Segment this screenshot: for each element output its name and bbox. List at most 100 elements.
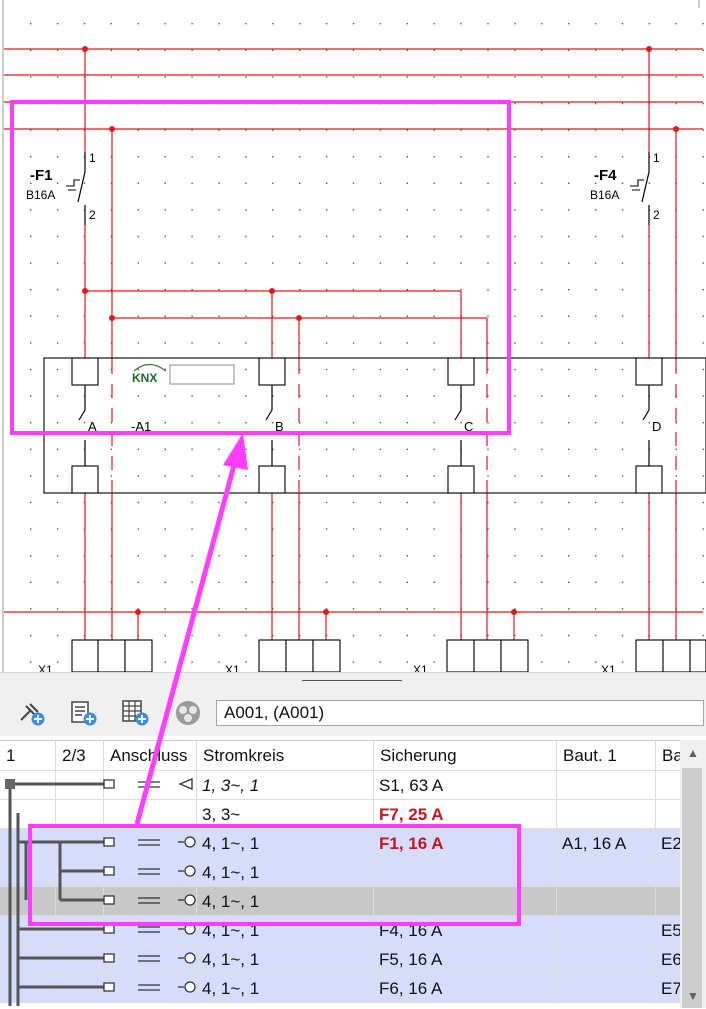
grid-dot	[245, 262, 247, 264]
grid-dot	[541, 555, 543, 557]
column-header-sicherung[interactable]: Sicherung	[374, 741, 557, 771]
column-header-anschluss[interactable]: Anschluss	[104, 741, 197, 771]
cell-stromkreis[interactable]: 1, 3~, 1	[197, 771, 374, 800]
grid-dot	[325, 262, 328, 264]
scroll-thumb[interactable]	[682, 768, 702, 1008]
grid-dot	[433, 661, 435, 663]
grid-dot	[299, 289, 301, 291]
grid-dot	[164, 209, 166, 211]
grid-dot	[702, 448, 704, 450]
cell-sicherung[interactable]: F5, 16 A	[374, 945, 557, 974]
grid-dot	[245, 156, 247, 158]
cell-baut1[interactable]	[557, 800, 656, 829]
grid-dot	[568, 448, 570, 450]
cell-stromkreis[interactable]: 4, 1~, 1	[197, 945, 374, 974]
cell-baut1[interactable]	[557, 887, 656, 916]
cell-baut1[interactable]	[557, 916, 656, 945]
grid-dot	[621, 395, 624, 397]
column-header-1[interactable]: 1	[0, 741, 56, 771]
grid-dot	[379, 235, 382, 238]
scroll-down-icon[interactable]: ▼	[680, 985, 706, 1008]
load-icon	[184, 952, 196, 964]
grid-dot	[245, 555, 247, 557]
add-connection-icon[interactable]	[16, 698, 48, 728]
panel-splitter[interactable]	[0, 672, 706, 691]
grid-dot	[406, 235, 408, 238]
add-table-icon[interactable]	[120, 698, 152, 728]
cable-segment-icon	[138, 984, 160, 991]
grid-dot	[541, 661, 543, 663]
grid-dot	[379, 422, 382, 424]
cell-stromkreis[interactable]: 4, 1~, 1	[197, 887, 374, 916]
grid-dot	[568, 555, 570, 557]
grid-dot	[621, 129, 624, 131]
grid-dot	[406, 528, 408, 530]
knx-logo: KNX	[132, 371, 157, 385]
cell-stromkreis[interactable]: 4, 1~, 1	[197, 829, 374, 858]
cell-baut1[interactable]	[557, 771, 656, 800]
grid-dot	[514, 555, 516, 557]
cell-baut1[interactable]	[557, 945, 656, 974]
add-device-icon[interactable]	[68, 698, 100, 728]
splitter-grip[interactable]	[302, 680, 402, 681]
grid-dot	[56, 608, 59, 610]
scroll-up-icon[interactable]: ▲	[680, 740, 706, 766]
grid-dot	[460, 129, 462, 131]
channel-a-label: A	[88, 419, 97, 434]
plug-icon	[103, 924, 115, 934]
cell-stromkreis[interactable]: 4, 1~, 1	[197, 858, 374, 887]
grid-dot	[568, 368, 570, 371]
grid-dot	[460, 262, 462, 264]
grid-dot	[218, 262, 220, 264]
grid-dot	[56, 315, 59, 317]
grid-dot	[137, 129, 139, 131]
cell-sicherung[interactable]: F6, 16 A	[374, 974, 557, 1003]
grid-dot	[56, 76, 59, 78]
pin-bottom-label: 2	[89, 208, 96, 222]
grid-dot	[272, 102, 274, 105]
load-icon	[184, 865, 196, 877]
cell-sicherung[interactable]: S1, 63 A	[374, 771, 557, 800]
grid-dot	[56, 209, 59, 211]
cell-sicherung[interactable]: F7, 25 A	[374, 800, 557, 829]
cell-sicherung[interactable]	[374, 887, 557, 916]
grid-dot	[675, 422, 677, 424]
cable-icon[interactable]	[172, 698, 204, 728]
cell-baut1[interactable]	[557, 858, 656, 887]
grid-dot	[245, 634, 247, 637]
cell-stromkreis[interactable]: 3, 3~	[197, 800, 374, 829]
column-header-stromkreis[interactable]: Stromkreis	[197, 741, 374, 771]
grid-dot	[433, 581, 435, 583]
grid-dot	[514, 368, 516, 371]
grid-dot	[702, 209, 704, 211]
grid-dot	[568, 528, 570, 530]
grid-dot	[218, 501, 220, 504]
grid-dot	[325, 129, 328, 131]
grid-dot	[164, 49, 166, 51]
cell-sicherung[interactable]: F1, 16 A	[374, 829, 557, 858]
filter-combobox[interactable]: A001, (A001)	[216, 700, 704, 726]
grid-dot	[110, 49, 113, 51]
column-header-23[interactable]: 2/3	[56, 741, 104, 771]
cell-stromkreis[interactable]: 4, 1~, 1	[197, 974, 374, 1003]
knx-address-box[interactable]	[169, 364, 235, 385]
schematic-canvas[interactable]: -F1 B16A 1 2 -F4 B16A 1 2 A B C D -A1 KN…	[0, 0, 706, 672]
grid-dot	[702, 581, 704, 583]
plug-icon	[103, 866, 115, 876]
cell-sicherung[interactable]	[374, 858, 557, 887]
cell-baut1[interactable]: A1, 16 A	[557, 829, 656, 858]
column-header-baut1[interactable]: Baut. 1	[557, 741, 656, 771]
grid-dot	[379, 182, 382, 184]
grid-dot	[245, 235, 247, 238]
grid-dot	[191, 102, 193, 105]
cell-sicherung[interactable]: F4, 16 A	[374, 916, 557, 945]
cell-stromkreis[interactable]: 4, 1~, 1	[197, 916, 374, 945]
vertical-scrollbar[interactable]: ▲ ▼	[680, 740, 706, 1008]
cell-baut1[interactable]	[557, 974, 656, 1003]
grid-dot	[299, 475, 301, 477]
grid-dot	[325, 528, 328, 530]
grid-dot	[460, 102, 462, 105]
grid-dot	[487, 209, 489, 211]
grid-dot	[621, 262, 624, 264]
grid-dot	[568, 475, 570, 477]
